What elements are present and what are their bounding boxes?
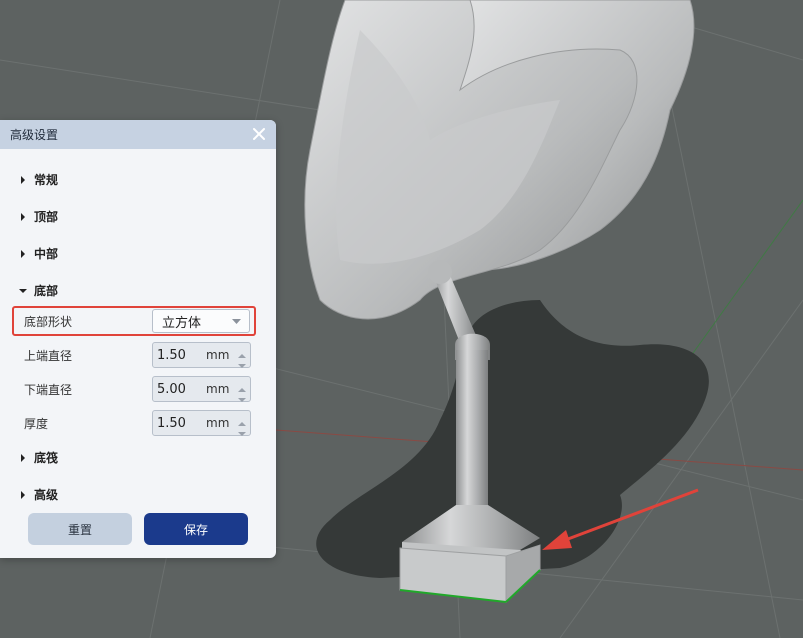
stepper-down-button[interactable] — [237, 390, 247, 402]
caret-down-icon — [19, 288, 27, 293]
upper-diameter-label: 上端直径 — [24, 348, 73, 363]
upper-diameter-field: mm — [152, 342, 251, 368]
section-general[interactable]: 常规 — [18, 171, 58, 188]
bottom-shape-value: 立方体 — [162, 315, 202, 331]
section-advanced-label: 高级 — [34, 488, 59, 502]
bottom-shape-select[interactable]: 立方体 — [152, 309, 250, 333]
caret-right-icon — [21, 175, 25, 184]
caret-right-icon — [21, 453, 25, 462]
upper-diameter-unit: mm — [206, 348, 230, 362]
caret-right-icon — [21, 490, 25, 499]
upper-diameter-stepper — [237, 345, 247, 368]
section-raft-label: 底筏 — [34, 451, 59, 465]
thickness-input[interactable] — [157, 415, 203, 431]
lower-diameter-label: 下端直径 — [24, 382, 73, 397]
dropdown-caret-icon — [232, 319, 241, 324]
section-bottom-label: 底部 — [34, 284, 59, 298]
stepper-up-button[interactable] — [237, 379, 247, 392]
close-icon — [253, 128, 265, 140]
stepper-down-button[interactable] — [237, 424, 247, 436]
stepper-down-button[interactable] — [237, 356, 247, 368]
stepper-up-button[interactable] — [237, 413, 247, 426]
chevron-down-icon — [238, 398, 246, 402]
support-cube-front — [399, 547, 507, 603]
section-middle[interactable]: 中部 — [18, 245, 58, 262]
reset-button[interactable]: 重置 — [28, 513, 132, 545]
caret-right-icon — [21, 249, 25, 258]
stepper-up-button[interactable] — [237, 345, 247, 358]
section-top-label: 顶部 — [34, 210, 59, 224]
caret-right-icon — [21, 212, 25, 221]
bottom-shape-label: 底部形状 — [24, 314, 73, 329]
section-general-label: 常规 — [34, 173, 59, 187]
panel-header: 高级设置 — [0, 120, 276, 149]
close-button[interactable] — [250, 125, 268, 143]
lower-diameter-field: mm — [152, 376, 251, 402]
chevron-down-icon — [238, 432, 246, 436]
support-tip — [428, 260, 452, 284]
thickness-unit: mm — [206, 416, 230, 430]
section-bottom[interactable]: 底部 — [18, 282, 58, 299]
section-raft[interactable]: 底筏 — [18, 449, 58, 466]
thickness-label: 厚度 — [24, 416, 49, 431]
section-advanced[interactable]: 高级 — [18, 486, 58, 503]
lower-diameter-input[interactable] — [157, 381, 203, 397]
save-button[interactable]: 保存 — [144, 513, 248, 545]
panel-title: 高级设置 — [10, 128, 59, 142]
upper-diameter-input[interactable] — [157, 347, 203, 363]
thickness-stepper — [237, 413, 247, 436]
support-column — [456, 350, 488, 512]
lower-diameter-unit: mm — [206, 382, 230, 396]
section-top[interactable]: 顶部 — [18, 208, 58, 225]
chevron-down-icon — [238, 364, 246, 368]
thickness-field: mm — [152, 410, 251, 436]
lower-diameter-stepper — [237, 379, 247, 402]
section-middle-label: 中部 — [34, 247, 59, 261]
